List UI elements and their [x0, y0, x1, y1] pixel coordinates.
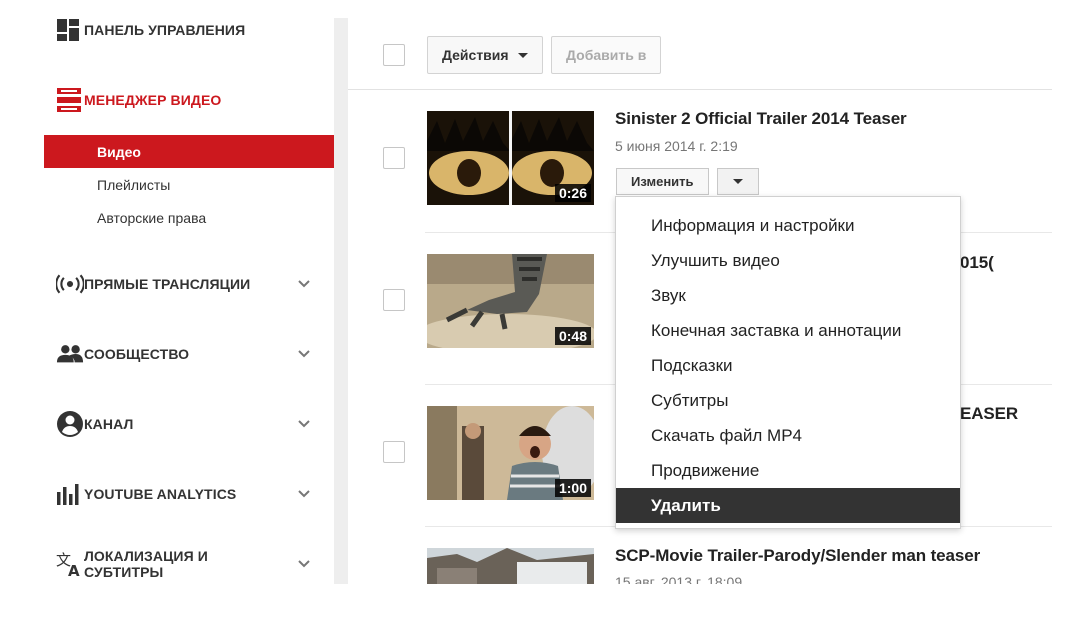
- menu-item-cards[interactable]: Подсказки: [616, 348, 960, 383]
- video-title-fragment[interactable]: 015(: [960, 253, 994, 273]
- add-to-button[interactable]: Добавить в: [551, 36, 662, 74]
- video-thumbnail[interactable]: [427, 548, 594, 584]
- sidebar-item-live[interactable]: ПРЯМЫЕ ТРАНСЛЯЦИИ: [44, 264, 334, 304]
- menu-item-subtitles[interactable]: Субтитры: [616, 383, 960, 418]
- edit-button[interactable]: Изменить: [616, 168, 709, 195]
- edit-dropdown-menu: Информация и настройки Улучшить видео Зв…: [615, 196, 961, 529]
- community-icon: [44, 339, 84, 369]
- video-duration: 0:48: [554, 327, 591, 345]
- sidebar-item-analytics[interactable]: YOUTUBE ANALYTICS: [44, 474, 334, 514]
- edit-dropdown-button[interactable]: [717, 168, 759, 195]
- sidebar-item-community[interactable]: СООБЩЕСТВО: [44, 334, 334, 374]
- sidebar-subitem-copyright[interactable]: Авторские права: [44, 201, 334, 234]
- menu-item-delete[interactable]: Удалить: [616, 488, 960, 523]
- sidebar-subitem-videos[interactable]: Видео: [44, 135, 334, 168]
- menu-item-end-screen[interactable]: Конечная заставка и аннотации: [616, 313, 960, 348]
- sidebar: ПАНЕЛЬ УПРАВЛЕНИЯ МЕНЕДЖЕР ВИДЕО Видео П…: [0, 0, 334, 584]
- actions-label: Действия: [442, 47, 509, 63]
- chevron-down-icon[interactable]: [296, 556, 312, 572]
- chevron-down-icon[interactable]: [296, 486, 312, 502]
- chevron-down-icon[interactable]: [296, 416, 312, 432]
- localization-line-2: СУБТИТРЫ: [84, 564, 164, 580]
- sidebar-item-label: СООБЩЕСТВО: [84, 346, 190, 362]
- localization-line-1: ЛОКАЛИЗАЦИЯ И: [84, 548, 208, 564]
- video-title-fragment[interactable]: EASER: [960, 404, 1018, 424]
- chevron-down-icon[interactable]: [296, 276, 312, 292]
- video-duration: 0:26: [554, 184, 591, 202]
- add-to-label: Добавить в: [566, 47, 647, 63]
- svg-text:A: A: [68, 562, 80, 577]
- menu-item-enhancements[interactable]: Улучшить видео: [616, 243, 960, 278]
- sidebar-item-channel[interactable]: КАНАЛ: [44, 404, 334, 444]
- sidebar-item-localization[interactable]: 文A ЛОКАЛИЗАЦИЯ И СУБТИТРЫ: [44, 544, 334, 584]
- translate-icon: 文A: [44, 549, 84, 579]
- sidebar-item-label: ПАНЕЛЬ УПРАВЛЕНИЯ: [84, 22, 246, 38]
- video-thumbnail[interactable]: 0:48: [427, 254, 594, 348]
- sidebar-item-dashboard[interactable]: ПАНЕЛЬ УПРАВЛЕНИЯ: [44, 10, 334, 50]
- sidebar-subitem-playlists[interactable]: Плейлисты: [44, 168, 334, 201]
- video-title[interactable]: SCP-Movie Trailer-Parody/Slender man tea…: [615, 546, 980, 566]
- page-bottom-margin: [0, 584, 1082, 623]
- video-checkbox[interactable]: [383, 441, 405, 463]
- live-broadcast-icon: [44, 269, 84, 299]
- sidebar-divider: [334, 18, 348, 584]
- actions-button[interactable]: Действия: [427, 36, 543, 74]
- menu-item-info-settings[interactable]: Информация и настройки: [616, 208, 960, 243]
- caret-down-icon: [517, 52, 528, 58]
- sidebar-item-video-manager[interactable]: МЕНЕДЖЕР ВИДЕО: [44, 80, 334, 120]
- edit-label: Изменить: [631, 174, 694, 189]
- menu-item-download-mp4[interactable]: Скачать файл MP4: [616, 418, 960, 453]
- sidebar-item-label: ПРЯМЫЕ ТРАНСЛЯЦИИ: [84, 276, 251, 292]
- sidebar-item-label: МЕНЕДЖЕР ВИДЕО: [84, 92, 222, 108]
- select-all-checkbox[interactable]: [383, 44, 405, 66]
- sidebar-item-label: ЛОКАЛИЗАЦИЯ И СУБТИТРЫ: [84, 548, 208, 580]
- video-date: 15 авг. 2013 г. 18:09: [615, 574, 743, 584]
- analytics-icon: [44, 479, 84, 509]
- menu-item-audio[interactable]: Звук: [616, 278, 960, 313]
- video-checkbox[interactable]: [383, 289, 405, 311]
- sidebar-item-label: КАНАЛ: [84, 416, 134, 432]
- video-thumbnail[interactable]: 1:00: [427, 406, 594, 500]
- video-title[interactable]: Sinister 2 Official Trailer 2014 Teaser: [615, 109, 907, 129]
- video-date: 5 июня 2014 г. 2:19: [615, 138, 738, 154]
- channel-icon: [44, 409, 84, 439]
- caret-down-icon: [733, 179, 743, 184]
- video-thumbnail[interactable]: 0:26: [427, 111, 594, 205]
- video-duration: 1:00: [554, 479, 591, 497]
- sidebar-item-label: YOUTUBE ANALYTICS: [84, 486, 237, 502]
- video-manager-icon: [44, 85, 84, 115]
- dashboard-icon: [44, 15, 84, 45]
- chevron-down-icon[interactable]: [296, 346, 312, 362]
- video-checkbox[interactable]: [383, 147, 405, 169]
- menu-item-promote[interactable]: Продвижение: [616, 453, 960, 488]
